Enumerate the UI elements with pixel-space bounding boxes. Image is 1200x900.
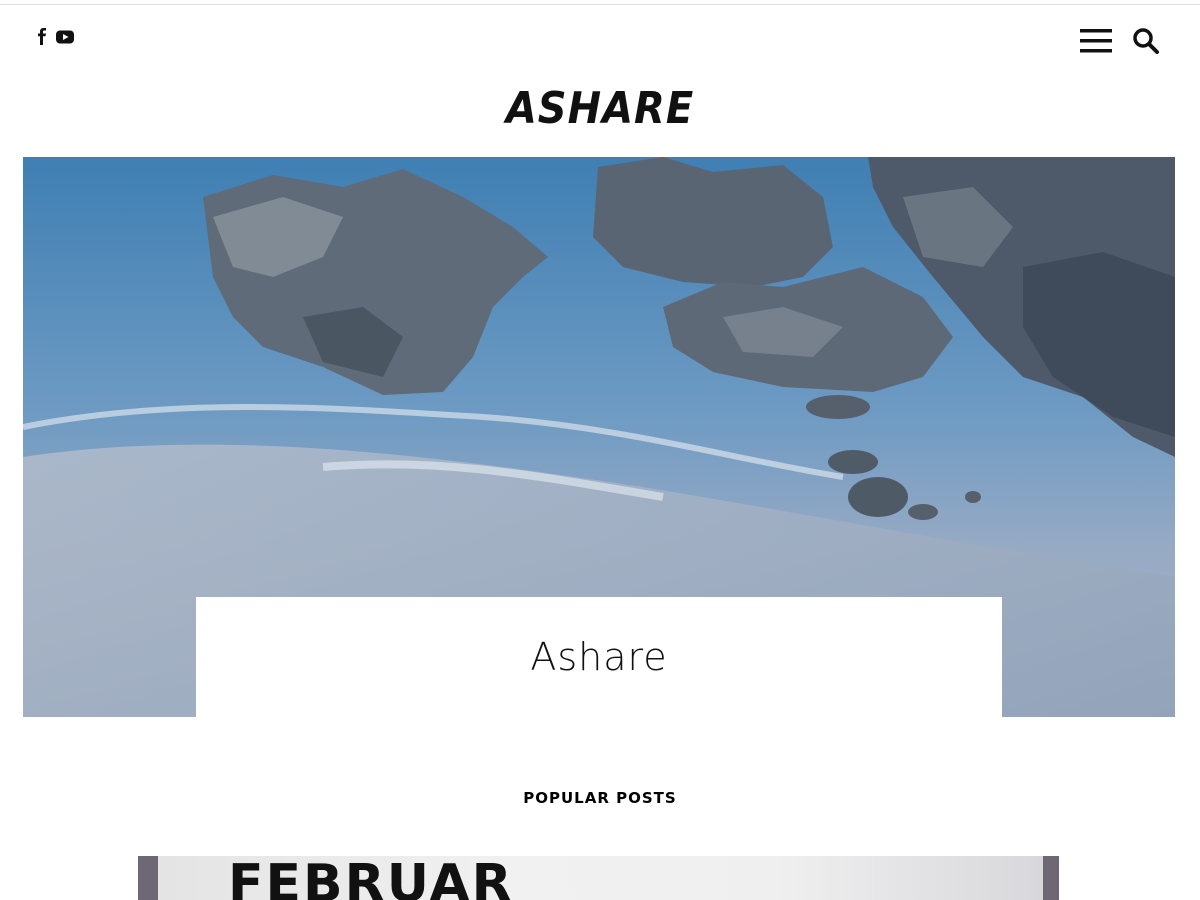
header-actions — [1080, 27, 1160, 60]
hamburger-menu-icon[interactable] — [1080, 27, 1114, 60]
popular-post-image: FEBRUAR — [158, 856, 1043, 900]
hero-title: Ashare — [530, 635, 668, 679]
search-icon[interactable] — [1132, 27, 1160, 60]
popular-post-card[interactable]: FEBRUAR — [138, 856, 1059, 900]
facebook-icon[interactable] — [36, 28, 48, 51]
site-logo-text: ASHARE — [505, 84, 695, 134]
site-logo[interactable]: ASHARE — [0, 84, 1200, 134]
social-links — [36, 28, 74, 51]
popular-post-image-text: FEBRUAR — [228, 856, 514, 900]
hero-title-card: Ashare — [196, 597, 1002, 717]
youtube-icon[interactable] — [56, 30, 74, 49]
popular-posts-heading: POPULAR POSTS — [523, 789, 677, 807]
top-border — [0, 0, 1200, 5]
